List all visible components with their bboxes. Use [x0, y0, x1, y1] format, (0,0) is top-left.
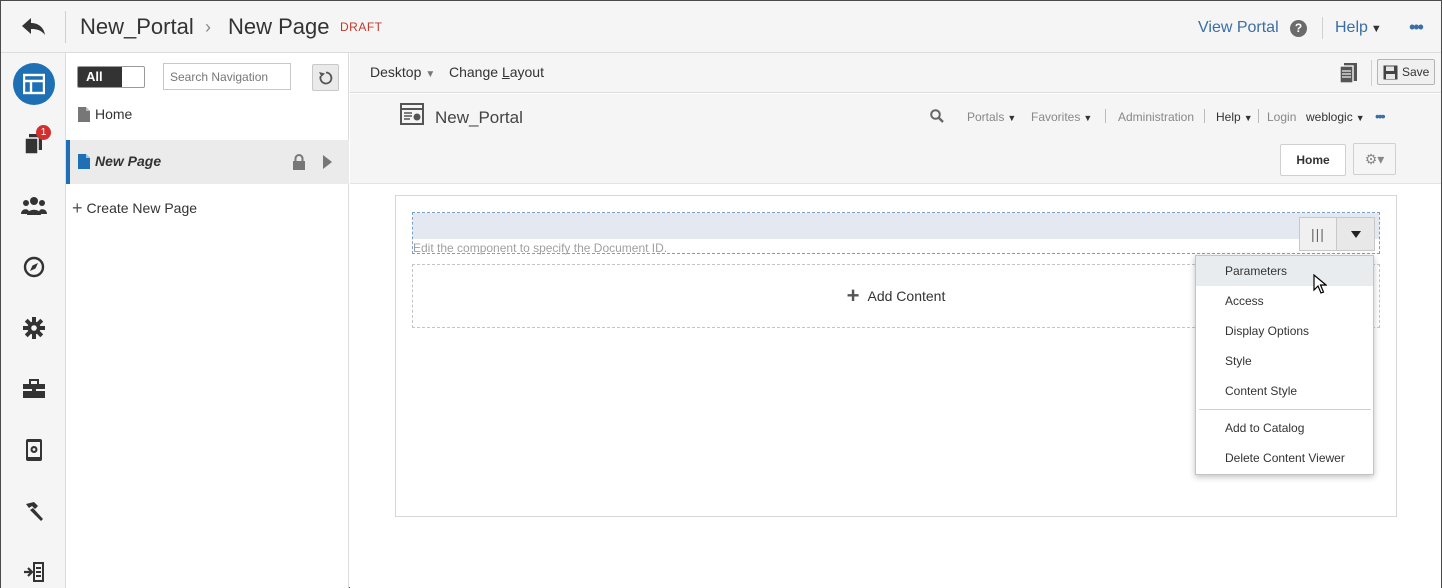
divider	[1371, 60, 1372, 86]
menu-item-style[interactable]: Style	[1196, 346, 1373, 376]
caret-down-icon: ▼	[425, 69, 436, 80]
component-hint: Edit the component to specify the Docume…	[413, 241, 668, 255]
search-navigation-input[interactable]	[163, 63, 291, 90]
side-rail: 1	[1, 53, 66, 588]
navigation-panel: All Home New Page +Create New Page	[66, 53, 349, 588]
component-context-menu: Parameters Access Display Options Style …	[1195, 255, 1374, 475]
login-link[interactable]: Login	[1267, 110, 1296, 124]
component-menu-caret-icon[interactable]	[1337, 218, 1374, 250]
user-label: weblogic	[1306, 110, 1353, 124]
change-layout-text: Change	[449, 64, 502, 80]
help-portal-label: Help	[1216, 110, 1241, 124]
content-viewer-component[interactable]: Edit the component to specify the Docume…	[412, 212, 1380, 255]
help-portal-menu[interactable]: Help ▼	[1216, 110, 1253, 124]
breadcrumb-page: New Page	[228, 14, 330, 39]
nav-item-label: New Page	[95, 153, 162, 169]
save-label: Save	[1402, 65, 1430, 79]
menu-item-add-to-catalog[interactable]: Add to Catalog	[1196, 413, 1373, 443]
hammer-icon[interactable]	[13, 490, 55, 532]
editor-toolbar: Desktop ▼ Change Layout Save	[350, 53, 1441, 93]
plus-icon: +	[846, 283, 860, 308]
device-settings-icon[interactable]	[13, 429, 55, 471]
help-menu-label: Help	[1335, 19, 1368, 36]
menu-item-content-style[interactable]: Content Style	[1196, 376, 1373, 406]
pages-layout-icon[interactable]	[13, 63, 55, 105]
component-actions: |||	[1299, 217, 1375, 251]
caret-down-icon: ▼	[1007, 113, 1017, 123]
toolbox-icon[interactable]	[13, 368, 55, 410]
help-menu[interactable]: Help ▼	[1335, 19, 1382, 37]
divider	[1204, 109, 1205, 123]
refresh-icon[interactable]	[312, 64, 339, 91]
nav-item-label: Home	[95, 106, 133, 122]
change-layout-button[interactable]: Change Layout	[449, 64, 544, 80]
device-label: Desktop	[370, 64, 422, 80]
import-export-icon[interactable]	[13, 551, 55, 588]
caret-down-icon: ▼	[1243, 113, 1253, 123]
breadcrumb-portal[interactable]: New_Portal	[80, 14, 194, 40]
create-new-page-label: Create New Page	[86, 200, 198, 216]
document-icon	[78, 107, 90, 125]
portals-menu[interactable]: Portals ▼	[967, 110, 1016, 124]
divider	[1322, 17, 1323, 39]
change-layout-text-rest: ayout	[509, 64, 544, 80]
top-bar: New_Portal › New Page DRAFT View Portal …	[1, 1, 1441, 53]
portals-label: Portals	[967, 110, 1005, 124]
document-icon	[78, 154, 90, 172]
menu-separator	[1199, 409, 1371, 410]
expand-arrow-icon[interactable]	[323, 155, 332, 169]
nav-item-new-page[interactable]: New Page	[66, 140, 349, 184]
search-icon[interactable]	[930, 109, 944, 126]
page-settings-gear-icon[interactable]: ⚙▾	[1353, 143, 1396, 175]
lock-icon[interactable]	[292, 154, 306, 173]
menu-item-display-options[interactable]: Display Options	[1196, 316, 1373, 346]
portal-more-icon[interactable]: •••	[1375, 108, 1386, 124]
help-icon[interactable]: ?	[1290, 20, 1307, 37]
caret-down-icon: ▼	[1370, 23, 1382, 35]
component-header-band	[413, 213, 1379, 239]
menu-item-parameters[interactable]: Parameters	[1196, 256, 1373, 286]
change-layout-mnemonic: L	[501, 64, 510, 80]
page-properties-icon[interactable]	[1337, 62, 1359, 87]
portal-header: New_Portal Portals ▼ Favorites ▼ Administr…	[350, 94, 1441, 184]
portal-title: New_Portal	[435, 108, 523, 127]
save-button[interactable]: Save	[1377, 59, 1435, 85]
menu-item-delete-content-viewer[interactable]: Delete Content Viewer	[1196, 443, 1373, 473]
draft-badge: DRAFT	[340, 20, 383, 34]
menu-item-access[interactable]: Access	[1196, 286, 1373, 316]
compass-icon[interactable]	[13, 246, 55, 288]
administration-link[interactable]: Administration	[1118, 110, 1194, 124]
divider	[1105, 109, 1106, 123]
caret-down-icon: ▼	[1083, 113, 1093, 123]
create-new-page-link[interactable]: + Create New Page	[72, 198, 197, 219]
columns-icon[interactable]: |||	[1300, 218, 1337, 250]
breadcrumb-chevron-icon: ›	[205, 17, 211, 37]
assets-icon[interactable]: 1	[13, 123, 55, 165]
people-icon[interactable]	[13, 185, 55, 227]
save-icon	[1383, 65, 1398, 79]
favorites-label: Favorites	[1031, 110, 1081, 124]
all-toggle-label: All	[78, 67, 122, 87]
add-content-label: Add Content	[867, 288, 946, 304]
more-options-icon[interactable]: •••	[1409, 18, 1424, 36]
device-selector[interactable]: Desktop ▼	[370, 64, 435, 80]
caret-down-icon: ▼	[1355, 113, 1365, 123]
plus-icon: +	[72, 198, 83, 218]
tab-home[interactable]: Home	[1280, 144, 1346, 176]
gear-icon[interactable]	[13, 307, 55, 349]
notification-badge: 1	[36, 125, 51, 140]
favorites-menu[interactable]: Favorites ▼	[1031, 110, 1092, 124]
portal-logo-icon	[400, 103, 424, 128]
nav-item-home[interactable]: Home	[66, 93, 349, 137]
back-icon[interactable]	[19, 13, 49, 41]
divider	[1258, 109, 1259, 123]
user-menu[interactable]: weblogic ▼	[1306, 110, 1365, 124]
all-toggle[interactable]: All	[77, 66, 145, 88]
view-portal-link[interactable]: View Portal	[1198, 19, 1279, 37]
divider	[65, 11, 66, 43]
